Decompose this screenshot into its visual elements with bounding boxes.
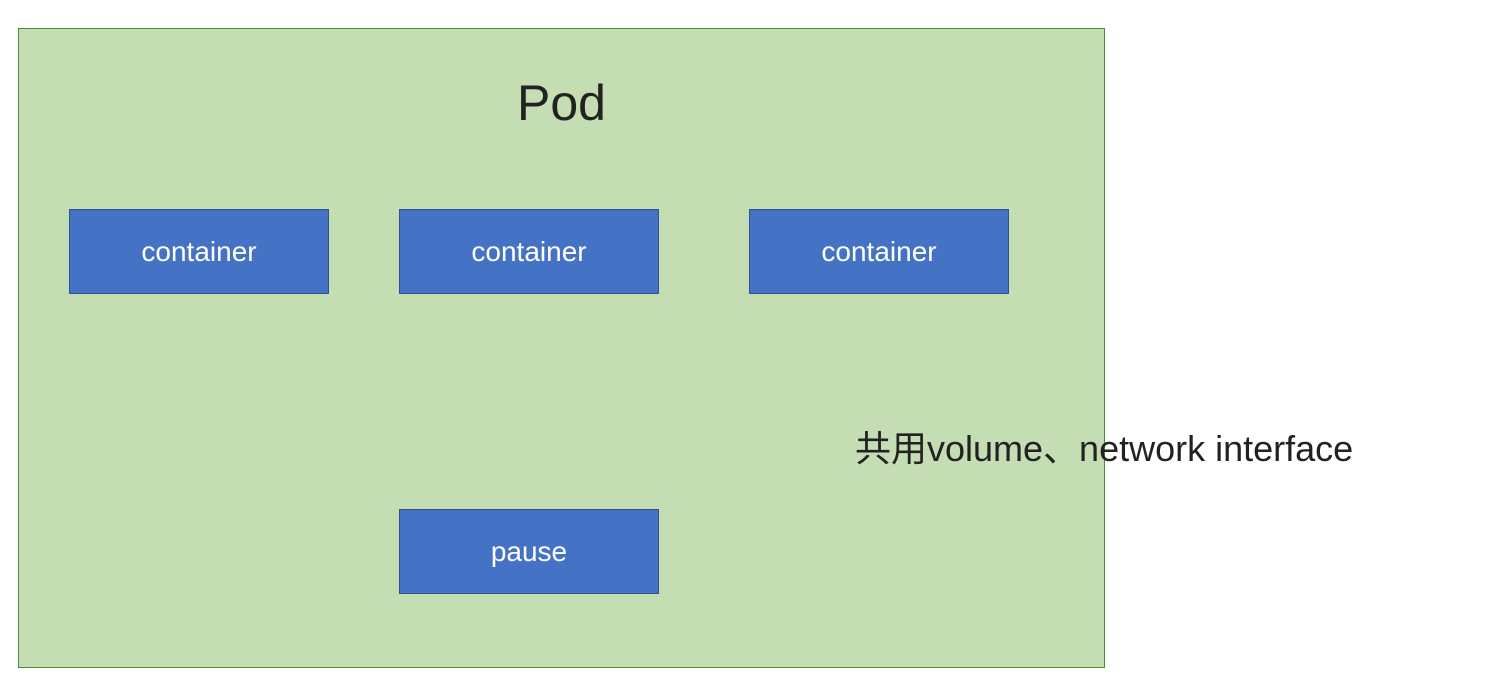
container-box-3: container xyxy=(749,209,1009,294)
pod-title: Pod xyxy=(19,74,1104,132)
container-box-2: container xyxy=(399,209,659,294)
shared-resources-caption: 共用volume、network interface xyxy=(855,420,1353,472)
container-box-1: container xyxy=(69,209,329,294)
pod-box: Pod container container container pause xyxy=(18,28,1105,668)
pause-box: pause xyxy=(399,509,659,594)
